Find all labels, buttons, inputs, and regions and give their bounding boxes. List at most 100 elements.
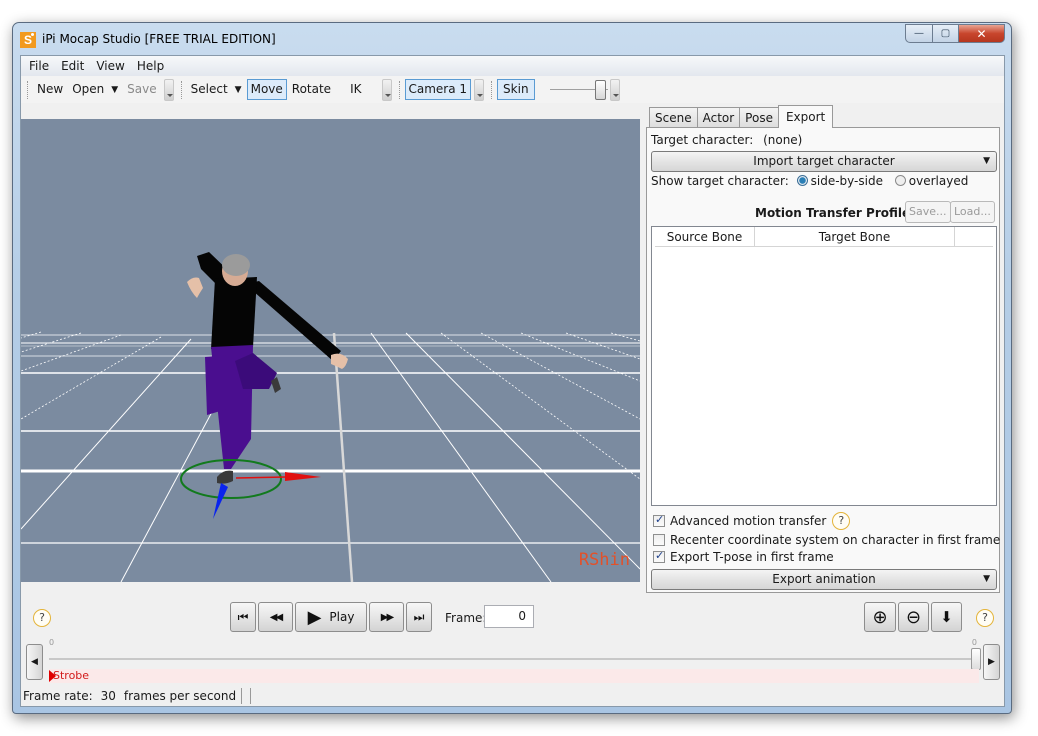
radio-side-by-side[interactable] <box>796 175 808 186</box>
radio-overlayed[interactable] <box>894 175 906 186</box>
jump-to-current-button[interactable]: ⬇ <box>931 602 962 632</box>
timeline-track[interactable]: 0 0 Strobe <box>49 638 981 688</box>
skin-toggle-button[interactable]: Skin <box>497 79 535 100</box>
rewind-button[interactable]: ◀◀ <box>258 602 293 632</box>
first-frame-button[interactable]: ⏮ <box>230 602 256 632</box>
character-torso <box>211 277 257 349</box>
recenter-coordinate-label[interactable]: Recenter coordinate system on character … <box>670 533 1000 547</box>
select-dropdown-icon[interactable]: ▼ <box>235 85 242 95</box>
tab-scene[interactable]: Scene <box>649 107 698 128</box>
help-icon[interactable]: ? <box>976 609 994 627</box>
frame-label: Frame: <box>445 611 487 625</box>
timeline-scrub-handle[interactable] <box>971 648 981 670</box>
play-button[interactable]: ▶ Play <box>295 602 367 632</box>
side-panel: Scene Actor Pose Export Target character… <box>646 105 1000 596</box>
timeline-scrub-line <box>49 658 979 660</box>
3d-viewport[interactable]: RShin <box>21 119 640 582</box>
toolbar-grip[interactable] <box>180 80 184 99</box>
target-character-value: (none) <box>763 133 803 147</box>
help-icon[interactable]: ? <box>832 512 851 530</box>
profile-save-button[interactable]: Save... <box>905 201 951 223</box>
toolbar-overflow-button[interactable] <box>381 78 392 101</box>
last-frame-button[interactable]: ⏭ <box>406 602 432 632</box>
toolbar-overflow-button[interactable] <box>163 78 174 101</box>
move-tool-button[interactable]: Move <box>246 79 287 100</box>
gizmo-x-axis[interactable] <box>235 476 287 479</box>
toolbar-overflow-button[interactable] <box>474 78 485 101</box>
toolbar-grip[interactable] <box>398 80 402 99</box>
help-icon[interactable]: ? <box>33 609 51 627</box>
new-button[interactable]: New <box>33 79 67 100</box>
scene-canvas <box>21 252 640 582</box>
close-button[interactable]: ✕ <box>959 24 1005 43</box>
tab-export[interactable]: Export <box>777 105 834 128</box>
timeline: ◀ 0 0 Strobe ▶ <box>21 638 1004 688</box>
profile-load-button[interactable]: Load... <box>950 201 995 223</box>
import-target-character-button[interactable]: Import target character ▼ <box>651 151 997 172</box>
gizmo-z-arrow-icon[interactable] <box>213 483 228 519</box>
character-thigh <box>205 355 227 415</box>
character-hair <box>222 254 250 276</box>
skip-to-end-icon: ⏭ <box>413 609 425 624</box>
frame-input[interactable]: 0 <box>484 605 534 628</box>
fast-forward-button[interactable]: ▶▶ <box>369 602 404 632</box>
motion-transfer-profile-title: Motion Transfer Profile <box>755 206 911 220</box>
column-header-source-bone[interactable]: Source Bone <box>655 227 755 246</box>
zoom-out-button[interactable]: ⊖ <box>898 602 929 632</box>
menu-help[interactable]: Help <box>131 56 170 76</box>
status-separator <box>250 688 252 704</box>
save-button[interactable]: Save <box>123 79 160 100</box>
rotate-tool-button[interactable]: Rotate <box>288 79 335 100</box>
camera-button[interactable]: Camera 1 <box>404 79 472 100</box>
maximize-button[interactable]: ▢ <box>932 24 959 43</box>
advanced-motion-transfer-checkbox[interactable] <box>653 513 665 527</box>
tab-pose[interactable]: Pose <box>739 107 779 128</box>
status-separator <box>241 688 243 704</box>
menu-edit[interactable]: Edit <box>55 56 90 76</box>
export-tpose-checkbox[interactable] <box>653 549 665 563</box>
export-tpose-row: Export T-pose in first frame <box>653 549 834 564</box>
menu-view[interactable]: View <box>90 56 130 76</box>
character-planted-foot <box>217 470 233 484</box>
toolbar-grip[interactable] <box>491 80 494 99</box>
grid-line <box>370 332 552 582</box>
menu-file[interactable]: File <box>23 56 55 76</box>
character-left-hand <box>187 277 203 298</box>
timeline-scroll-right-button[interactable]: ▶ <box>983 644 1000 680</box>
skin-opacity-slider[interactable] <box>549 79 608 101</box>
toolbar-overflow-button[interactable] <box>609 78 620 101</box>
selected-bone-label: RShin <box>578 550 630 570</box>
advanced-motion-transfer-row: Advanced motion transfer ? <box>653 512 851 530</box>
column-header-target-bone[interactable]: Target Bone <box>755 227 955 246</box>
recenter-coordinate-checkbox[interactable] <box>653 534 665 546</box>
play-label: Play <box>329 610 355 624</box>
radio-side-by-side-label[interactable]: side-by-side <box>811 174 883 188</box>
select-tool-button[interactable]: Select <box>187 79 232 100</box>
zoom-in-button[interactable]: ⊕ <box>864 602 896 632</box>
transform-gizmo[interactable] <box>180 459 321 519</box>
minimize-button[interactable]: — <box>905 24 932 43</box>
slider-thumb[interactable] <box>594 79 606 100</box>
grid-line <box>520 332 640 382</box>
timeline-end-label: 0 <box>971 638 977 647</box>
ik-tool-button[interactable]: IK <box>346 79 365 100</box>
advanced-motion-transfer-label[interactable]: Advanced motion transfer <box>670 514 826 528</box>
tab-actor[interactable]: Actor <box>696 107 741 128</box>
bone-mapping-table[interactable]: Source Bone Target Bone <box>651 226 997 506</box>
export-animation-button[interactable]: Export animation ▼ <box>651 569 997 590</box>
maximize-icon: ▢ <box>940 28 951 39</box>
gizmo-x-arrow-icon[interactable] <box>285 472 321 481</box>
strobe-track-label: Strobe <box>53 669 90 682</box>
title-bar[interactable]: S iPi Mocap Studio [FREE TRIAL EDITION] … <box>13 23 1011 55</box>
radio-overlayed-label[interactable]: overlayed <box>909 174 969 188</box>
character-model[interactable] <box>187 252 348 484</box>
chevron-down-icon: ▼ <box>983 574 990 584</box>
open-dropdown-icon[interactable]: ▼ <box>111 85 118 95</box>
toolbar-grip[interactable] <box>27 80 30 99</box>
timeline-scroll-left-button[interactable]: ◀ <box>26 644 43 680</box>
open-button[interactable]: Open <box>68 79 108 100</box>
show-target-label: Show target character: <box>651 174 789 188</box>
menu-bar: File Edit View Help <box>21 56 1004 76</box>
export-tpose-label[interactable]: Export T-pose in first frame <box>670 550 834 564</box>
grid-line <box>610 332 640 342</box>
